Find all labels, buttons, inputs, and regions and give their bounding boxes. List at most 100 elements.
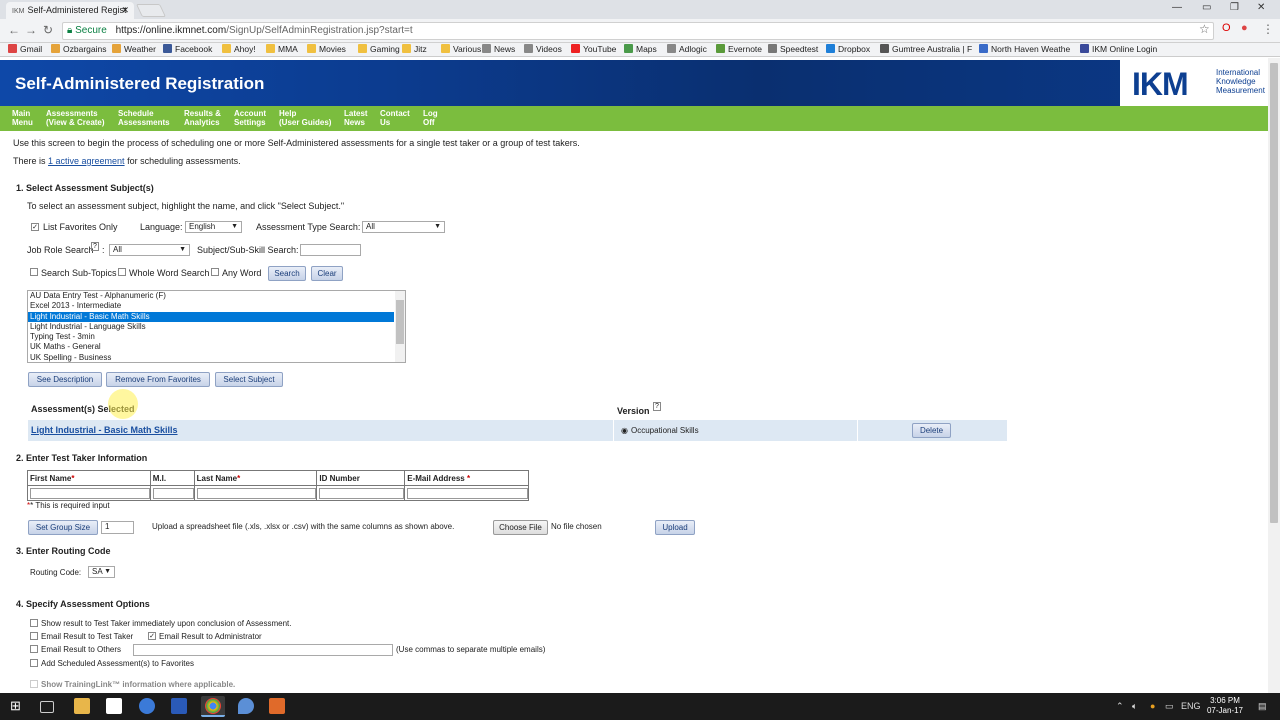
language-select[interactable]: English ▼: [185, 221, 242, 233]
subject-option[interactable]: Light Industrial - Basic Math Skills: [28, 311, 394, 322]
subject-search-input[interactable]: [300, 244, 361, 256]
profile-icon[interactable]: ▭: [1202, 2, 1211, 13]
email-others-checkbox[interactable]: [30, 645, 38, 653]
clear-button[interactable]: Clear: [311, 266, 343, 281]
close-window-icon[interactable]: ✕: [1257, 2, 1265, 13]
reload-icon[interactable]: ↻: [43, 23, 53, 37]
bookmark-item[interactable]: IKM Online Login: [1080, 44, 1157, 54]
bookmark-item[interactable]: Maps: [624, 44, 657, 54]
traininglink-checkbox[interactable]: [30, 680, 38, 688]
add-favorites-checkbox[interactable]: [30, 659, 38, 667]
id-number-input[interactable]: [319, 487, 405, 499]
volume-icon[interactable]: 🔈︎: [1132, 701, 1137, 712]
bookmark-item[interactable]: YouTube: [571, 44, 616, 54]
remove-favorites-button[interactable]: Remove From Favorites: [106, 372, 210, 387]
help-icon[interactable]: ?: [91, 242, 99, 251]
whole-word-checkbox[interactable]: [118, 268, 126, 276]
bookmark-item[interactable]: Adlogic: [667, 44, 707, 54]
bookmark-item[interactable]: Facebook: [163, 44, 212, 54]
forward-icon[interactable]: →: [25, 23, 37, 37]
bookmark-item[interactable]: MMA: [266, 44, 298, 54]
nav-item[interactable]: Assessments (View & Create): [46, 109, 105, 127]
agreement-link[interactable]: 1 active agreement: [48, 156, 125, 166]
nav-item[interactable]: Contact Us: [380, 109, 410, 127]
any-word-checkbox[interactable]: [211, 268, 219, 276]
delete-button[interactable]: Delete: [912, 423, 951, 438]
clock[interactable]: 3:06 PM 07-Jan-17: [1203, 696, 1247, 716]
extension-icon[interactable]: ●: [1241, 22, 1248, 34]
nav-item[interactable]: Main Menu: [12, 109, 33, 127]
language-indicator[interactable]: ENG: [1181, 701, 1201, 711]
recorder-icon[interactable]: [269, 698, 285, 714]
start-icon[interactable]: ⊞: [10, 699, 24, 713]
menu-kebab-icon[interactable]: ⋮: [1262, 22, 1274, 36]
bookmark-item[interactable]: Gumtree Australia | F: [880, 44, 972, 54]
bookmark-item[interactable]: Gaming: [358, 44, 400, 54]
network-icon[interactable]: ▭: [1165, 701, 1174, 712]
nav-item[interactable]: Latest News: [344, 109, 368, 127]
type-search-select[interactable]: All ▼: [362, 221, 445, 233]
email-others-input[interactable]: [133, 644, 393, 656]
selected-assessment-link[interactable]: Light Industrial - Basic Math Skills: [31, 425, 178, 435]
nav-item[interactable]: Results & Analytics: [184, 109, 221, 127]
nav-item[interactable]: Account Settings: [234, 109, 266, 127]
bookmark-item[interactable]: Gmail: [8, 44, 42, 54]
routing-code-select[interactable]: SA ▼: [88, 566, 115, 578]
help-icon[interactable]: ?: [653, 402, 661, 411]
nav-item[interactable]: Log Off: [423, 109, 438, 127]
droplet-icon[interactable]: [238, 698, 254, 714]
group-size-input[interactable]: 1: [101, 521, 134, 534]
bookmark-star-icon[interactable]: ☆: [1199, 22, 1210, 36]
subject-option[interactable]: Typing Test - 3min: [28, 332, 394, 342]
store-icon[interactable]: [106, 698, 122, 714]
browser-tab[interactable]: IKM Self-Administered Regist ✕: [6, 2, 134, 19]
version-radio-icon[interactable]: ◉: [621, 426, 628, 435]
job-role-select[interactable]: All ▼: [109, 244, 190, 256]
opera-extension-icon[interactable]: O: [1222, 22, 1231, 34]
app-icon[interactable]: [139, 698, 155, 714]
close-tab-icon[interactable]: ✕: [121, 2, 129, 18]
mi-input[interactable]: [152, 487, 194, 499]
subject-option[interactable]: AU Data Entry Test - Alphanumeric (F): [28, 291, 394, 301]
listbox-scrollbar[interactable]: [395, 291, 405, 362]
bookmark-item[interactable]: Speedtest: [768, 44, 818, 54]
subject-option[interactable]: UK Spelling - Business: [28, 353, 394, 362]
email-taker-checkbox[interactable]: [30, 632, 38, 640]
bookmark-item[interactable]: Movies: [307, 44, 346, 54]
bookmark-item[interactable]: North Haven Weathe: [979, 44, 1070, 54]
restore-icon[interactable]: ❐: [1230, 2, 1239, 13]
page-scrollbar[interactable]: [1268, 58, 1280, 693]
nav-item[interactable]: Schedule Assessments: [118, 109, 170, 127]
search-button[interactable]: Search: [268, 266, 306, 281]
email-input[interactable]: [407, 487, 528, 499]
bookmark-item[interactable]: Videos: [524, 44, 562, 54]
subject-listbox[interactable]: AU Data Entry Test - Alphanumeric (F) Exc…: [27, 290, 406, 363]
notifications-icon[interactable]: ▤: [1258, 701, 1267, 712]
list-favorites-checkbox[interactable]: ✓: [31, 223, 39, 231]
show-result-checkbox[interactable]: [30, 619, 38, 627]
upload-button[interactable]: Upload: [655, 520, 695, 535]
see-description-button[interactable]: See Description: [28, 372, 102, 387]
bookmark-item[interactable]: Jitz: [402, 44, 427, 54]
scroll-thumb[interactable]: [1270, 63, 1278, 523]
set-group-size-button[interactable]: Set Group Size: [28, 520, 98, 535]
url-input[interactable]: 🔒︎ Secure https://online.ikmnet.com/Sign…: [62, 22, 1214, 40]
tray-expand-icon[interactable]: ⌃: [1116, 701, 1124, 712]
first-name-input[interactable]: [30, 487, 150, 499]
file-explorer-icon[interactable]: [74, 698, 90, 714]
new-tab-button[interactable]: [135, 4, 167, 17]
bookmark-item[interactable]: Dropbox: [826, 44, 870, 54]
email-admin-checkbox[interactable]: ✓: [148, 632, 156, 640]
bookmark-item[interactable]: Ozbargains: [51, 44, 106, 54]
bookmark-item[interactable]: Weather: [112, 44, 156, 54]
subject-option[interactable]: UK Maths - General: [28, 342, 394, 352]
task-view-icon[interactable]: [40, 701, 54, 713]
last-name-input[interactable]: [196, 487, 317, 499]
minimize-icon[interactable]: —: [1172, 2, 1182, 13]
nav-item[interactable]: Help (User Guides): [279, 109, 331, 127]
bookmark-item[interactable]: Various: [441, 44, 481, 54]
search-subtopics-checkbox[interactable]: [30, 268, 38, 276]
tray-app-icon[interactable]: ●: [1150, 701, 1155, 711]
app2-icon[interactable]: [171, 698, 187, 714]
back-icon[interactable]: ←: [8, 23, 20, 37]
